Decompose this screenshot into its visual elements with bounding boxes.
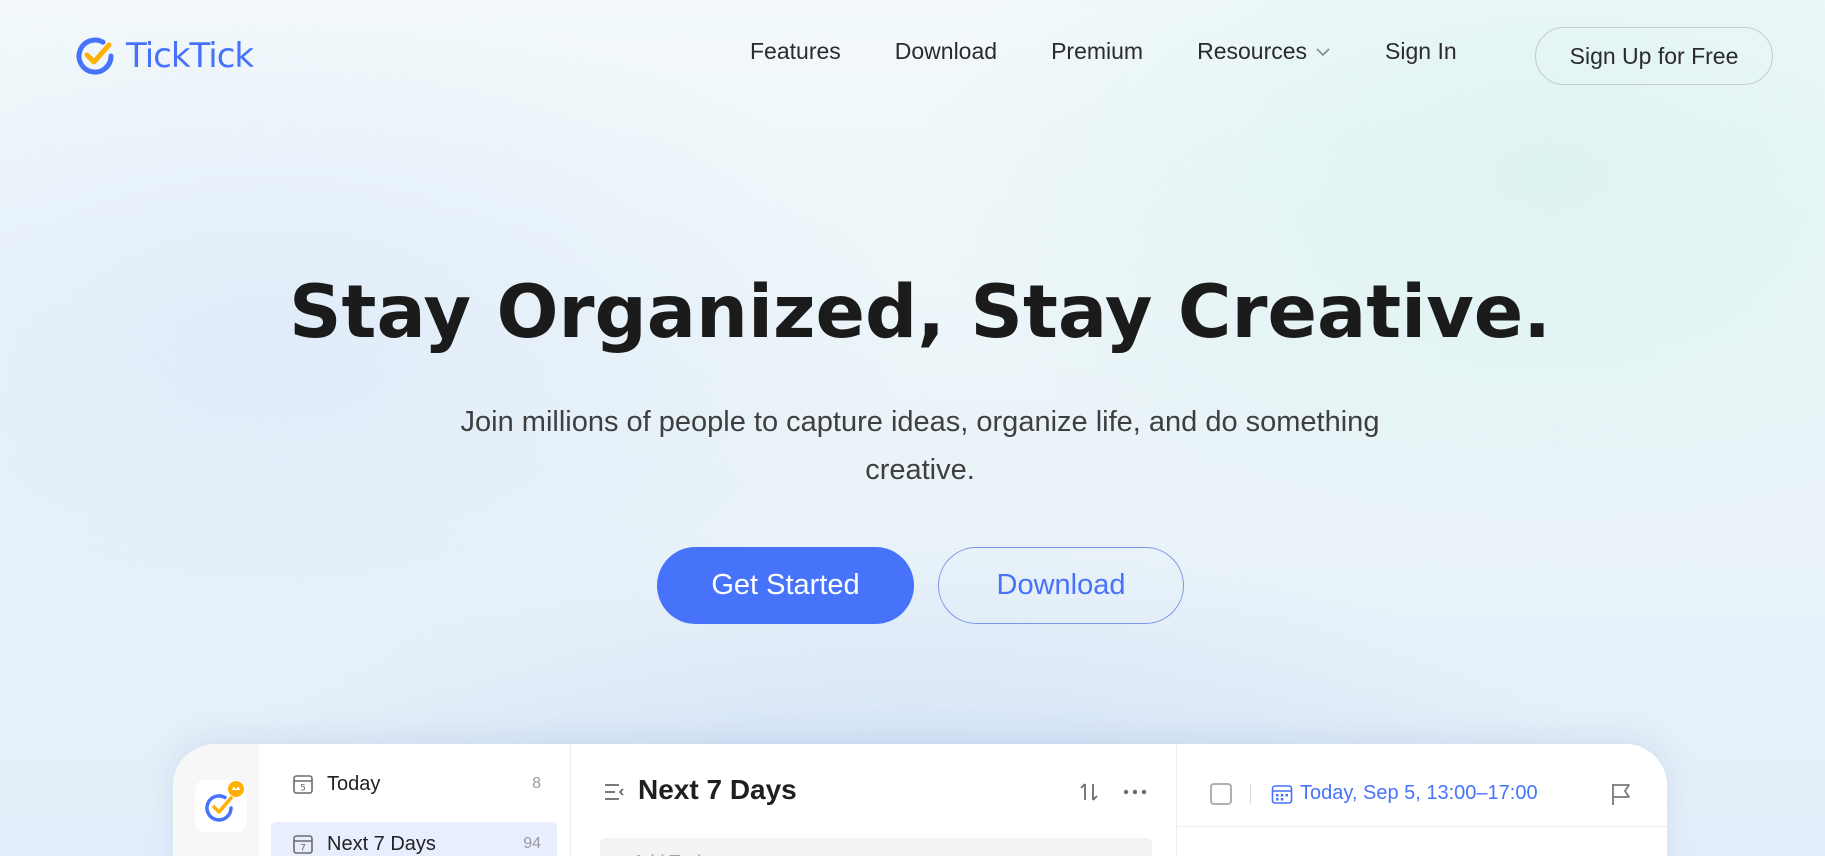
task-detail-header: Today, Sep 5, 13:00–17:00 bbox=[1178, 744, 1667, 827]
ticktick-logo-icon bbox=[76, 37, 114, 75]
app-sidebar-rail bbox=[173, 744, 259, 856]
download-button[interactable]: Download bbox=[938, 547, 1184, 624]
more-options-icon[interactable] bbox=[1122, 780, 1148, 804]
flag-icon[interactable] bbox=[1608, 781, 1634, 807]
menu-collapse-icon[interactable] bbox=[602, 780, 626, 804]
chevron-down-icon bbox=[1316, 47, 1330, 56]
divider bbox=[1250, 784, 1251, 804]
sidebar-item-next-7-days[interactable]: 7 Next 7 Days 94 bbox=[271, 822, 557, 856]
task-detail-panel: Today, Sep 5, 13:00–17:00 bbox=[1178, 744, 1667, 856]
task-due-date[interactable]: Today, Sep 5, 13:00–17:00 bbox=[1300, 782, 1538, 805]
add-task-input[interactable]: + Add Task bbox=[600, 838, 1152, 856]
avatar[interactable] bbox=[195, 780, 247, 832]
ticktick-logo[interactable]: TickTick bbox=[74, 34, 254, 78]
nav-link-download[interactable]: Download bbox=[895, 38, 997, 65]
calendar-today-icon: 5 bbox=[293, 775, 313, 794]
task-checkbox[interactable] bbox=[1210, 783, 1232, 805]
calendar-week-icon: 7 bbox=[293, 835, 313, 854]
smart-lists-panel: 5 Today 8 7 Next 7 Days 94 bbox=[259, 744, 571, 856]
sidebar-item-today[interactable]: 5 Today 8 bbox=[271, 762, 557, 806]
sidebar-item-label: Today bbox=[327, 772, 381, 795]
calendar-icon bbox=[1271, 785, 1293, 804]
svg-text:5: 5 bbox=[300, 784, 306, 794]
hero-title: Stay Organized, Stay Creative. bbox=[288, 270, 1552, 355]
sidebar-item-count: 8 bbox=[532, 775, 541, 792]
ticktick-avatar-icon bbox=[205, 781, 244, 822]
nav-link-sign-in[interactable]: Sign In bbox=[1385, 38, 1457, 65]
sign-up-button[interactable]: Sign Up for Free bbox=[1535, 27, 1773, 85]
nav-links: Features Download Premium Resources Sign… bbox=[750, 38, 1511, 65]
nav-link-resources-label: Resources bbox=[1197, 38, 1308, 64]
sidebar-item-count: 94 bbox=[523, 835, 541, 852]
hero-subtitle: Join millions of people to capture ideas… bbox=[460, 406, 1380, 486]
top-nav: TickTick Features Download Premium Resou… bbox=[0, 0, 1825, 115]
nav-link-premium[interactable]: Premium bbox=[1051, 38, 1143, 65]
app-preview-window: 5 Today 8 7 Next 7 Days 94 Next 7 Days T… bbox=[173, 744, 1667, 856]
sort-icon[interactable] bbox=[1077, 780, 1101, 804]
get-started-button[interactable]: Get Started bbox=[657, 547, 914, 624]
svg-text:7: 7 bbox=[300, 844, 306, 854]
task-list-title: Next 7 Days bbox=[638, 774, 797, 805]
logo-wordmark: TickTick bbox=[126, 36, 254, 76]
nav-link-resources[interactable]: Resources bbox=[1197, 38, 1331, 65]
nav-link-features[interactable]: Features bbox=[750, 38, 841, 65]
sidebar-item-label: Next 7 Days bbox=[327, 832, 436, 855]
task-list-panel: Next 7 Days + Add Task bbox=[572, 744, 1177, 856]
